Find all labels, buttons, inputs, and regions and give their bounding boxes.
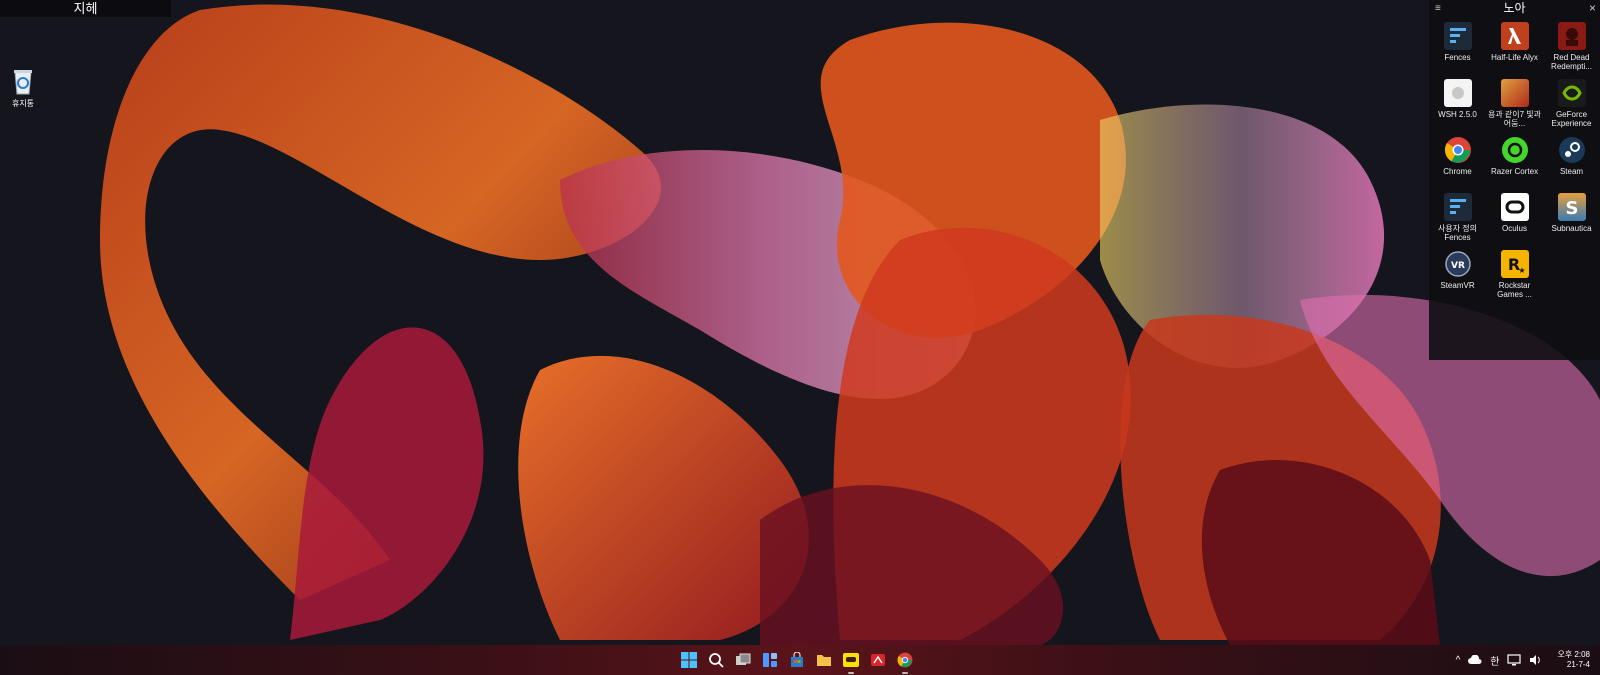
fence-close-button[interactable]: × [1589,0,1596,17]
app-steam[interactable]: Steam [1543,135,1600,192]
right-fence-title-bar[interactable]: ≡ 노아 × [1429,0,1600,17]
widgets-icon [763,653,777,667]
red-dead-redemption-icon [1557,22,1586,50]
app-wsh[interactable]: WSH 2.5.0 [1429,78,1486,135]
search-icon [709,653,724,668]
app-red-button[interactable] [869,651,887,669]
running-indicator [848,672,854,674]
subnautica-icon: S [1557,193,1586,221]
app-label: Steam [1559,167,1584,176]
file-explorer-button[interactable] [815,651,833,669]
kakaotalk-icon [843,653,859,667]
app-label: Chrome [1443,167,1472,176]
app-razer-cortex[interactable]: Razer Cortex [1486,135,1543,192]
fences-icon [1443,22,1472,50]
chrome-icon [1444,136,1472,164]
steamvr-icon: VR [1444,250,1472,278]
app-label: WSH 2.5.0 [1438,110,1477,119]
app-steamvr[interactable]: VR SteamVR [1429,249,1486,306]
app-subnautica[interactable]: S Subnautica [1543,192,1600,249]
running-indicator [902,672,908,674]
app-rockstar-games[interactable]: R ★ Rockstar Games ... [1486,249,1543,306]
task-view-icon [736,653,751,665]
clock-date: 21-7-4 [1566,660,1590,669]
rockstar-games-icon: R ★ [1500,250,1529,278]
taskbar: ^ 한 오후 2:08 21-7-4 [0,645,1600,675]
app-chrome[interactable]: Chrome [1429,135,1486,192]
right-fence-title-text: 노아 [1503,1,1526,15]
kakaotalk-button[interactable] [842,651,860,674]
app-half-life-alyx[interactable]: Half-Life Alyx [1486,21,1543,78]
app-label: Razer Cortex [1490,167,1539,176]
half-life-alyx-icon [1500,22,1529,50]
app-label: 사용자 정의 Fences [1437,224,1478,242]
app-label: Red Dead Redempti... [1551,53,1592,71]
start-button[interactable] [680,651,698,669]
oculus-icon [1500,193,1529,221]
system-tray: ^ 한 오후 2:08 21-7-4 [1456,645,1600,675]
wsh-icon [1443,79,1472,107]
network-icon[interactable] [1507,654,1522,666]
fences-custom-icon [1443,193,1472,221]
chevron-up-icon[interactable]: ^ [1456,655,1461,666]
app-fences-custom[interactable]: 사용자 정의 Fences [1429,192,1486,249]
chrome-taskbar-button[interactable] [896,651,914,674]
app-label: Oculus [1502,224,1527,233]
app-label: Subnautica [1551,224,1592,233]
taskbar-apps [680,645,914,675]
svg-text:S: S [1565,198,1578,219]
app-red-dead-redemption[interactable]: Red Dead Redempti... [1543,21,1600,78]
razer-cortex-icon [1501,136,1529,164]
clock[interactable]: 오후 2:08 21-7-4 [1557,650,1590,670]
folder-icon [817,655,831,666]
app-label: 용과 같이7 빛과 어둠... [1487,110,1542,128]
geforce-experience-icon [1557,79,1586,107]
app-label: SteamVR [1440,281,1475,290]
app-fences[interactable]: Fences [1429,21,1486,78]
recycle-bin[interactable]: 휴지통 [4,68,42,109]
svg-text:★: ★ [1518,266,1525,275]
store-icon [791,652,803,667]
desktop-wallpaper [0,0,1600,645]
volume-icon[interactable] [1529,654,1541,666]
task-view-button[interactable] [734,651,752,669]
windows-logo-icon [681,652,697,668]
fence-menu-button[interactable]: ≡ [1435,0,1441,17]
app-label: Fences [1444,53,1471,62]
svg-text:VR: VR [1451,261,1465,271]
search-button[interactable] [707,651,725,669]
store-button[interactable] [788,651,806,669]
app-label: Rockstar Games ... [1497,281,1532,299]
steam-icon [1558,136,1586,164]
app-yakuza-7[interactable]: 용과 같이7 빛과 어둠... [1486,78,1543,135]
red-app-icon [871,654,885,666]
recycle-bin-label: 휴지통 [11,99,35,108]
left-fence-title-text: 지헤 [73,1,98,16]
app-label: Half-Life Alyx [1491,53,1538,62]
recycle-bin-icon [14,70,32,95]
right-fence: ≡ 노아 × Fences Half-Life Alyx Red Dead Re… [1429,0,1600,360]
app-oculus[interactable]: Oculus [1486,192,1543,249]
left-fence-title[interactable]: 지헤 [0,0,171,17]
ime-indicator[interactable]: 한 [1490,653,1499,668]
yakuza-7-icon [1500,79,1529,107]
app-label: GeForce Experience [1551,110,1592,128]
app-geforce-experience[interactable]: GeForce Experience [1543,78,1600,135]
clock-time: 오후 2:08 [1557,650,1590,659]
chrome-icon [897,652,913,668]
widgets-button[interactable] [761,651,779,669]
onedrive-cloud-icon[interactable] [1468,655,1482,665]
